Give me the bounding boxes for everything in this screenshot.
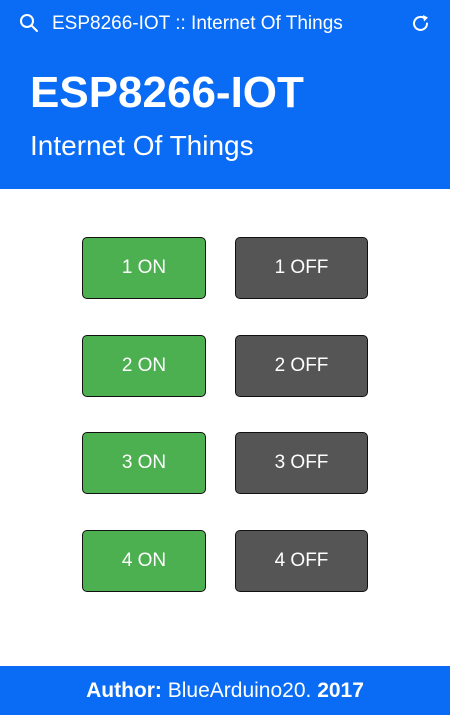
- author-label: Author:: [86, 678, 162, 702]
- page-title[interactable]: ESP8266-IOT :: Internet Of Things: [52, 12, 343, 36]
- relay-1-off-button[interactable]: 1 OFF: [235, 237, 368, 299]
- relay-2-off-button[interactable]: 2 OFF: [235, 335, 368, 397]
- relay-3-off-button[interactable]: 3 OFF: [235, 432, 368, 494]
- relay-1-on-button[interactable]: 1 ON: [82, 237, 206, 299]
- relay-4-on-button[interactable]: 4 ON: [82, 530, 206, 592]
- footer: Author: BlueArduino20. 2017: [0, 666, 450, 715]
- footer-year: 2017: [317, 678, 364, 702]
- author-name: BlueArduino20.: [161, 678, 318, 702]
- site-title: ESP8266-IOT: [30, 68, 304, 117]
- site-subtitle: Internet Of Things: [30, 130, 254, 161]
- relay-3-on-button[interactable]: 3 ON: [82, 432, 206, 494]
- reload-icon[interactable]: [410, 13, 431, 34]
- browser-top-bar: ESP8266-IOT :: Internet Of Things: [0, 0, 450, 48]
- page: ESP8266-IOT :: Internet Of Things ESP826…: [0, 0, 450, 715]
- search-icon[interactable]: [19, 13, 39, 33]
- relay-4-off-button[interactable]: 4 OFF: [235, 530, 368, 592]
- relay-2-on-button[interactable]: 2 ON: [82, 335, 206, 397]
- header-banner: ESP8266-IOT Internet Of Things: [0, 48, 450, 189]
